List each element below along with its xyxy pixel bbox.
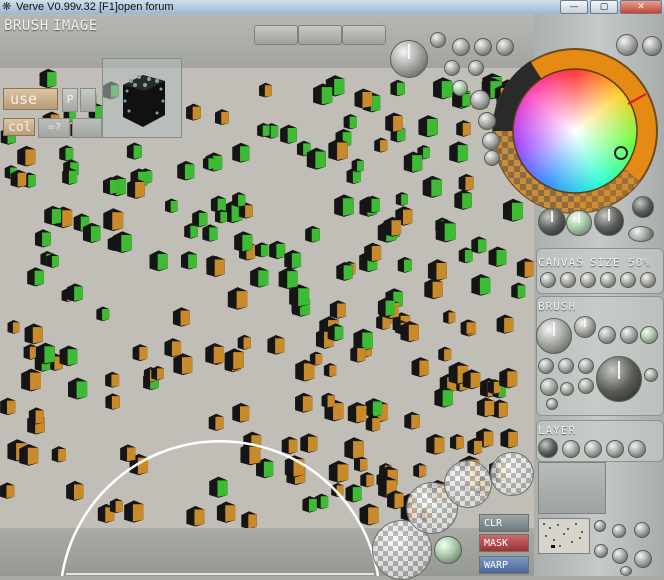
undo-knob[interactable] bbox=[434, 536, 462, 564]
layer-knob-5[interactable] bbox=[628, 440, 646, 458]
window-controls: — ▢ ✕ bbox=[560, 0, 662, 14]
canvas-knob-2[interactable] bbox=[560, 272, 576, 288]
layer-thumbnail-1[interactable] bbox=[538, 462, 606, 514]
layer-knob-9[interactable] bbox=[594, 544, 608, 558]
minimize-button[interactable]: — bbox=[560, 0, 588, 14]
color-knob-3[interactable] bbox=[594, 206, 624, 236]
clr-button[interactable]: CLR bbox=[479, 514, 529, 532]
tool-knob-11[interactable] bbox=[484, 150, 500, 166]
tool-knob-2[interactable] bbox=[452, 38, 470, 56]
brush-knob-7[interactable] bbox=[558, 358, 574, 374]
color-knob-1[interactable] bbox=[538, 208, 566, 236]
brush-knob-10[interactable] bbox=[560, 382, 574, 396]
panel-knob-top-2[interactable] bbox=[642, 36, 662, 56]
layer-knob-4[interactable] bbox=[606, 440, 624, 458]
canvas-knob-4[interactable] bbox=[600, 272, 616, 288]
brush-knob-4[interactable] bbox=[620, 326, 638, 344]
canvas-knob-3[interactable] bbox=[580, 272, 596, 288]
tool-knob-7[interactable] bbox=[452, 80, 468, 96]
tool-knob-3[interactable] bbox=[474, 38, 492, 56]
canvas-size-readout: SIZE 50% bbox=[590, 256, 651, 269]
tool-knob-9[interactable] bbox=[478, 112, 496, 130]
layer-knob-7[interactable] bbox=[612, 524, 626, 538]
color-knob-2[interactable] bbox=[566, 210, 592, 236]
warp-button[interactable]: WARP bbox=[479, 556, 529, 574]
brush-mode-glass-3[interactable] bbox=[444, 460, 492, 508]
layer-knob-11[interactable] bbox=[634, 550, 652, 568]
brush-size-knob[interactable] bbox=[536, 318, 572, 354]
mask-button[interactable]: MASK bbox=[479, 534, 529, 552]
brush-knob-6[interactable] bbox=[538, 358, 554, 374]
brush-knob-3[interactable] bbox=[598, 326, 616, 344]
tool-knob-4[interactable] bbox=[496, 38, 514, 56]
brush-knob-13[interactable] bbox=[644, 368, 658, 382]
layer-knob-6[interactable] bbox=[594, 520, 606, 532]
brush-knob-2[interactable] bbox=[574, 316, 596, 338]
tool-knob-6[interactable] bbox=[468, 60, 484, 76]
tool-knob-5[interactable] bbox=[444, 60, 460, 76]
brush-knob-9[interactable] bbox=[540, 378, 558, 396]
layer-knob-12[interactable] bbox=[620, 566, 632, 576]
brush-section-label: BRUSH bbox=[538, 300, 577, 313]
brush-flow-knob[interactable] bbox=[596, 356, 642, 402]
brush-knob-11[interactable] bbox=[578, 378, 594, 394]
tool-knob-10[interactable] bbox=[482, 132, 500, 150]
canvas-section-label: CANVAS bbox=[538, 256, 584, 269]
canvas-knob-5[interactable] bbox=[620, 272, 636, 288]
tool-knob-8[interactable] bbox=[470, 90, 490, 110]
zoom-knob[interactable] bbox=[390, 40, 428, 78]
layer-thumbnail-art bbox=[543, 523, 583, 548]
color-wheel[interactable] bbox=[490, 46, 660, 216]
canvas-knob-6[interactable] bbox=[640, 272, 656, 288]
canvas-knob-1[interactable] bbox=[540, 272, 556, 288]
panel-knob-top-1[interactable] bbox=[616, 34, 638, 56]
layer-knob-10[interactable] bbox=[612, 548, 628, 564]
brush-knob-8[interactable] bbox=[578, 358, 594, 374]
layer-thumbnail-2[interactable] bbox=[538, 518, 590, 554]
maximize-button[interactable]: ▢ bbox=[590, 0, 618, 14]
color-knob-5[interactable] bbox=[632, 196, 654, 218]
close-button[interactable]: ✕ bbox=[620, 0, 662, 14]
brush-mode-glass-4[interactable] bbox=[490, 452, 534, 496]
layer-knob-3[interactable] bbox=[584, 440, 602, 458]
layer-knob-8[interactable] bbox=[634, 522, 650, 538]
brush-knob-14[interactable] bbox=[546, 398, 558, 410]
brush-knob-5[interactable] bbox=[640, 326, 658, 344]
layer-knob-1[interactable] bbox=[538, 438, 558, 458]
layer-section-label: LAYER bbox=[538, 424, 577, 437]
layer-knob-2[interactable] bbox=[562, 440, 580, 458]
color-knob-4[interactable] bbox=[628, 226, 654, 242]
tool-knob-1[interactable] bbox=[430, 32, 446, 48]
